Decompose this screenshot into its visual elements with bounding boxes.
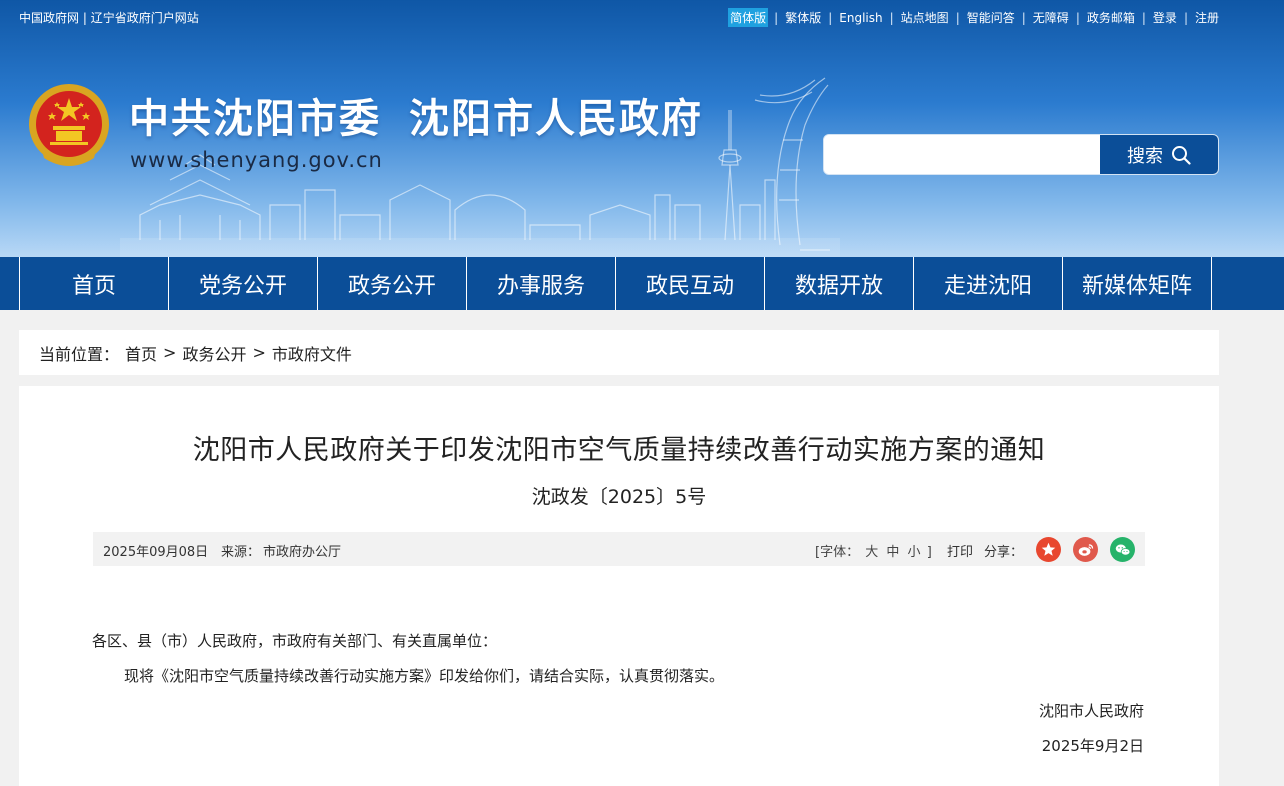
topbar-separator: | — [82, 11, 87, 25]
breadcrumb-gov-affairs[interactable]: 政务公开 — [182, 341, 246, 365]
source-label: 来源： — [221, 545, 261, 560]
search-box: 搜索 — [823, 134, 1219, 175]
nav-interaction[interactable]: 政民互动 — [616, 257, 765, 310]
link-english[interactable]: English — [838, 11, 883, 25]
link-accessibility[interactable]: 无障碍 — [1032, 9, 1070, 26]
font-size-control: [字体： 大 中 小 ] — [815, 541, 932, 560]
breadcrumb-city-docs[interactable]: 市政府文件 — [272, 341, 352, 365]
search-button-label: 搜索 — [1127, 145, 1163, 167]
search-input[interactable] — [824, 135, 1100, 174]
topbar-separator: | — [955, 10, 960, 25]
national-emblem-icon — [29, 84, 109, 166]
font-size-label: [字体： — [815, 545, 860, 560]
share-label: 分享： — [984, 545, 1024, 560]
topbar-separator: | — [1021, 10, 1026, 25]
article-meta-bar: 2025年09月08日 来源： 市政府办公厅 [字体： 大 中 小 ] 打印 分… — [93, 532, 1145, 566]
star-icon — [1041, 542, 1056, 556]
document-number: 沈政发〔2025〕5号 — [531, 486, 707, 508]
party-share-icon[interactable] — [1036, 537, 1061, 562]
weibo-icon[interactable] — [1073, 537, 1098, 562]
article-title: 沈阳市人民政府关于印发沈阳市空气质量持续改善行动实施方案的通知 — [192, 435, 1046, 466]
nav-home[interactable]: 首页 — [19, 257, 169, 310]
link-liaoning-portal[interactable]: 辽宁省政府门户网站 — [91, 11, 199, 25]
site-title-party: 中共沈阳市委 — [129, 96, 381, 142]
article-panel: 沈阳市人民政府关于印发沈阳市空气质量持续改善行动实施方案的通知 沈政发〔2025… — [19, 386, 1219, 786]
topbar-separator: | — [774, 10, 779, 25]
topbar-separator: | — [1075, 10, 1080, 25]
nav-party-affairs[interactable]: 党务公开 — [169, 257, 318, 310]
site-title-gov: 沈阳市人民政府 — [409, 96, 703, 142]
font-size-large[interactable]: 大 — [865, 545, 878, 560]
search-button[interactable]: 搜索 — [1100, 135, 1218, 174]
topbar-separator: | — [1141, 10, 1146, 25]
salutation-text: 各区、县（市）人民政府，市政府有关部门、有关直属单位： — [92, 632, 498, 650]
wechat-icon[interactable] — [1110, 537, 1135, 562]
breadcrumb-arrow: > — [252, 343, 266, 362]
topbar-separator: | — [828, 10, 833, 25]
breadcrumb: 当前位置： 首页 > 政务公开 > 市政府文件 — [19, 330, 1219, 375]
nav-about-shenyang[interactable]: 走进沈阳 — [914, 257, 1063, 310]
font-size-medium[interactable]: 中 — [886, 545, 899, 560]
breadcrumb-label: 当前位置： — [39, 344, 120, 364]
nav-gov-affairs[interactable]: 政务公开 — [318, 257, 467, 310]
link-gov-mail[interactable]: 政务邮箱 — [1086, 9, 1136, 26]
weibo-glyph-icon — [1078, 543, 1093, 556]
site-url: www.shenyang.gov.cn — [130, 148, 383, 172]
link-register[interactable]: 注册 — [1194, 9, 1220, 26]
source-value: 市政府办公厅 — [263, 545, 342, 560]
site-header: 中国政府网 | 辽宁省政府门户网站 简体版 | 繁体版 | English | … — [0, 0, 1284, 257]
site-title: 中共沈阳市委 沈阳市人民政府 — [129, 86, 703, 144]
link-smart-qa[interactable]: 智能问答 — [966, 9, 1016, 26]
print-button[interactable]: 打印 — [947, 541, 973, 560]
link-simplified[interactable]: 简体版 — [728, 8, 769, 27]
nav-open-data[interactable]: 数据开放 — [765, 257, 914, 310]
font-size-close: ] — [926, 545, 932, 560]
nav-new-media[interactable]: 新媒体矩阵 — [1063, 257, 1212, 310]
breadcrumb-arrow: > — [163, 343, 177, 362]
body-paragraph: 现将《沈阳市空气质量持续改善行动实施方案》印发给你们，请结合实际，认真贯彻落实。 — [124, 667, 725, 685]
signature-org: 沈阳市人民政府 — [1038, 702, 1144, 720]
link-traditional[interactable]: 繁体版 — [784, 9, 822, 26]
search-icon — [1172, 145, 1191, 165]
topbar-left-links: 中国政府网 | 辽宁省政府门户网站 — [19, 9, 199, 26]
main-nav: 首页 党务公开 政务公开 办事服务 政民互动 数据开放 走进沈阳 新媒体矩阵 — [0, 257, 1284, 310]
nav-services[interactable]: 办事服务 — [467, 257, 616, 310]
breadcrumb-home[interactable]: 首页 — [125, 341, 157, 365]
signature-date: 2025年9月2日 — [1041, 737, 1144, 755]
topbar-right-links: 简体版 | 繁体版 | English | 站点地图 | 智能问答 | 无障碍 … — [728, 8, 1220, 27]
font-size-small[interactable]: 小 — [908, 545, 921, 560]
link-gov-cn[interactable]: 中国政府网 — [19, 11, 79, 25]
link-login[interactable]: 登录 — [1152, 9, 1178, 26]
wechat-glyph-icon — [1115, 544, 1130, 556]
publish-date: 2025年09月08日 — [103, 545, 209, 560]
link-sitemap[interactable]: 站点地图 — [900, 9, 950, 26]
topbar-separator: | — [889, 10, 894, 25]
topbar-separator: | — [1183, 10, 1188, 25]
